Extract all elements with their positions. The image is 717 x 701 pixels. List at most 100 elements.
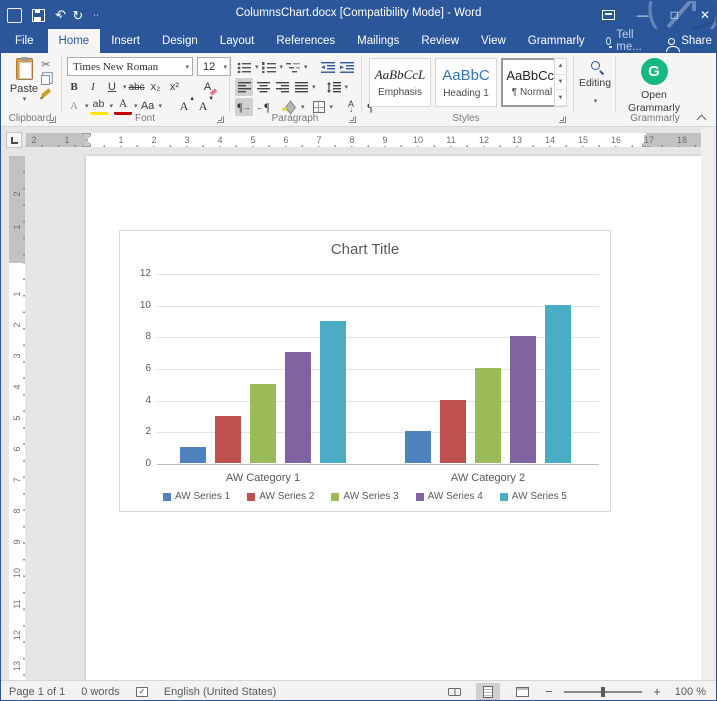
decrease-indent-button[interactable] <box>319 58 337 76</box>
vertical-ruler[interactable]: 2112345678910111213 <box>9 156 25 680</box>
copy-button[interactable] <box>41 75 50 85</box>
bar-series-5-category-1[interactable] <box>320 321 346 464</box>
font-dialog-launcher[interactable] <box>217 116 224 123</box>
collapse-ribbon-button[interactable] <box>698 113 706 121</box>
tab-view[interactable]: View <box>470 29 517 53</box>
bar-series-4-category-1[interactable] <box>285 352 311 463</box>
maximize-button[interactable]: □ <box>671 9 678 21</box>
proofing-status-icon[interactable]: ✓ <box>136 687 148 697</box>
tab-references[interactable]: References <box>265 29 346 53</box>
format-painter-button[interactable] <box>41 88 51 97</box>
bullets-button[interactable] <box>235 58 253 76</box>
tab-layout[interactable]: Layout <box>209 29 266 53</box>
legend-item[interactable]: AW Series 1 <box>163 491 230 502</box>
bar-series-3-category-1[interactable] <box>250 384 276 463</box>
bold-button[interactable]: B <box>65 78 83 96</box>
align-center-button[interactable] <box>254 78 272 96</box>
language-indicator[interactable]: English (United States) <box>164 686 277 698</box>
tab-design[interactable]: Design <box>151 29 209 53</box>
tab-mailings[interactable]: Mailings <box>346 29 410 53</box>
font-name-combo[interactable]: Times New Roman ▾ <box>67 57 193 76</box>
web-layout-button[interactable] <box>510 683 534 701</box>
font-size-combo[interactable]: 12 ▾ <box>197 57 231 76</box>
justify-dropdown-icon[interactable]: ▾ <box>312 83 316 91</box>
legend-item[interactable]: AW Series 2 <box>247 491 314 502</box>
italic-button[interactable]: I <box>84 78 102 96</box>
bar-series-2-category-2[interactable] <box>440 400 466 463</box>
editing-button[interactable]: Editing ▾ <box>577 61 613 105</box>
horizontal-ruler[interactable]: 21123456789101112131415161718 <box>26 133 713 147</box>
justify-button[interactable] <box>292 78 310 96</box>
print-layout-button[interactable] <box>476 683 500 701</box>
text-effects-dropdown-icon[interactable]: ▾ <box>85 102 89 110</box>
font-color-dropdown-icon[interactable]: ▾ <box>134 102 138 110</box>
legend-item[interactable]: AW Series 5 <box>500 491 567 502</box>
bar-series-1-category-1[interactable] <box>180 447 206 463</box>
page-indicator[interactable]: Page 1 of 1 <box>9 686 65 698</box>
vertical-scrollbar[interactable] <box>701 127 714 680</box>
styles-gallery-expand-button[interactable]: ▼ <box>555 90 566 106</box>
bar-series-4-category-2[interactable] <box>510 336 536 463</box>
paste-dropdown-icon[interactable]: ▾ <box>23 95 27 103</box>
line-spacing-dropdown-icon[interactable]: ▾ <box>345 83 349 91</box>
legend-item[interactable]: AW Series 4 <box>416 491 483 502</box>
align-left-button[interactable] <box>235 78 253 96</box>
open-grammarly-button[interactable]: G OpenGrammarly <box>619 58 689 115</box>
tab-file[interactable]: File <box>1 29 48 53</box>
style-card-heading-1[interactable]: AaBbCHeading 1 <box>435 58 497 107</box>
highlight-dropdown-icon[interactable]: ▾ <box>110 102 114 110</box>
styles-scroll-up-button[interactable]: ▲ <box>555 59 566 75</box>
zoom-slider[interactable] <box>564 691 642 693</box>
legend-item[interactable]: AW Series 3 <box>331 491 398 502</box>
styles-dialog-launcher[interactable] <box>559 116 566 123</box>
zoom-out-button[interactable]: − <box>544 684 554 699</box>
zoom-slider-thumb[interactable] <box>601 687 605 697</box>
clipboard-dialog-launcher[interactable] <box>49 116 56 123</box>
increase-indent-button[interactable] <box>338 58 356 76</box>
chart-title[interactable]: Chart Title <box>120 241 610 258</box>
tab-home[interactable]: Home <box>48 29 101 53</box>
cut-button[interactable]: ✂ <box>41 58 51 71</box>
subscript-button[interactable]: x₂ <box>147 78 165 96</box>
tab-stop-selector[interactable] <box>6 132 22 148</box>
styles-scroll-down-button[interactable]: ▼ <box>555 75 566 91</box>
share-button[interactable]: Share <box>654 29 717 53</box>
close-button[interactable]: ✕ <box>700 9 710 21</box>
line-spacing-button[interactable] <box>325 78 343 96</box>
paragraph-dialog-launcher[interactable] <box>349 116 356 123</box>
bar-series-2-category-1[interactable] <box>215 416 241 464</box>
document-page[interactable]: Chart Title 024681012AW Category 1AW Cat… <box>86 156 702 680</box>
borders-dropdown-icon[interactable]: ▾ <box>330 103 334 111</box>
bullets-dropdown-icon[interactable]: ▾ <box>255 63 259 71</box>
font-name-dropdown-icon[interactable]: ▾ <box>185 63 189 71</box>
shading-dropdown-icon[interactable]: ▾ <box>301 103 305 111</box>
column-chart[interactable]: Chart Title 024681012AW Category 1AW Cat… <box>119 230 611 512</box>
bar-series-5-category-2[interactable] <box>545 305 571 463</box>
bar-series-3-category-2[interactable] <box>475 368 501 463</box>
paste-button[interactable]: Paste ▾ <box>7 57 41 113</box>
numbering-button[interactable] <box>260 58 278 76</box>
align-right-button[interactable] <box>273 78 291 96</box>
multilevel-list-button[interactable] <box>284 58 302 76</box>
ribbon-display-options-button[interactable] <box>602 10 615 20</box>
minimize-button[interactable]: — <box>637 9 649 21</box>
underline-button[interactable]: U <box>103 78 121 96</box>
tab-review[interactable]: Review <box>410 29 470 53</box>
numbering-dropdown-icon[interactable]: ▾ <box>280 63 284 71</box>
tell-me-box[interactable]: Tell me... <box>596 29 655 53</box>
font-size-dropdown-icon[interactable]: ▾ <box>223 63 227 71</box>
tab-grammarly[interactable]: Grammarly <box>517 29 596 53</box>
multilevel-dropdown-icon[interactable]: ▾ <box>304 63 308 71</box>
underline-dropdown-icon[interactable]: ▾ <box>123 83 127 91</box>
superscript-button[interactable]: x² <box>166 78 184 96</box>
read-mode-button[interactable] <box>442 683 466 701</box>
style-card-emphasis[interactable]: AaBbCcLEmphasis <box>369 58 431 107</box>
clear-formatting-button[interactable]: A <box>199 78 217 96</box>
change-case-dropdown-icon[interactable]: ▾ <box>159 102 163 110</box>
zoom-percentage[interactable]: 100 % <box>672 686 706 698</box>
bar-series-1-category-2[interactable] <box>405 431 431 463</box>
word-count[interactable]: 0 words <box>81 686 120 698</box>
tab-insert[interactable]: Insert <box>100 29 151 53</box>
zoom-in-button[interactable]: + <box>652 684 662 699</box>
strikethrough-button[interactable]: abc <box>128 78 146 96</box>
